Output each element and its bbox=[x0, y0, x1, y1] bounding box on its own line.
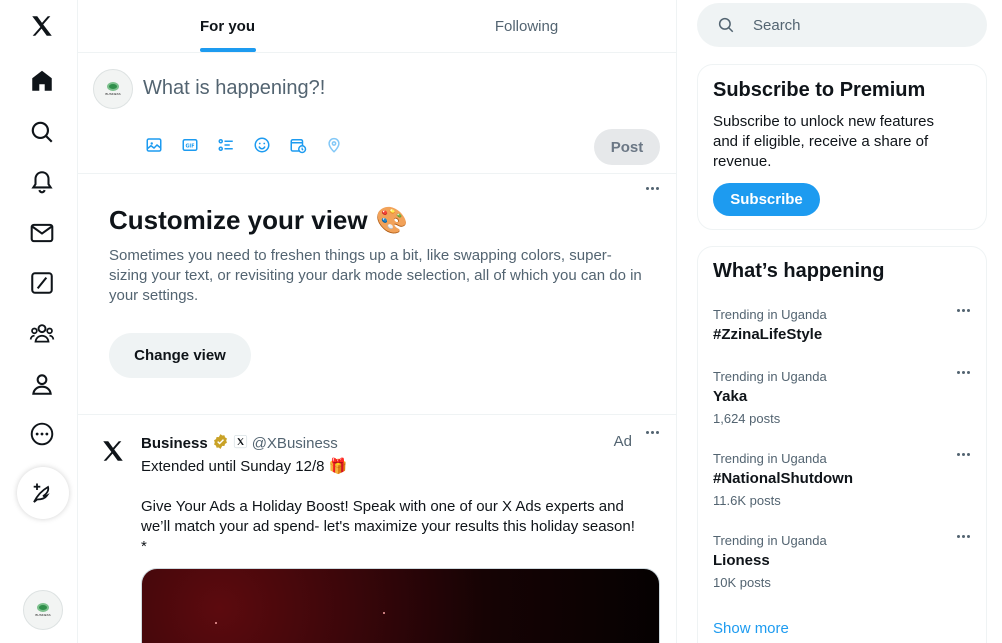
trend-context: Trending in Uganda bbox=[713, 369, 827, 384]
post-composer: BUSINESS What is happening?! GIF Post bbox=[78, 53, 676, 174]
trend-count: 1,624 posts bbox=[713, 411, 781, 426]
whats-happening-panel: What’s happening Trending in Uganda #Zzi… bbox=[697, 246, 987, 643]
author-name[interactable]: Business bbox=[141, 435, 208, 452]
communities-icon[interactable] bbox=[22, 313, 62, 353]
search-input[interactable]: Search bbox=[753, 17, 801, 34]
post-media-image[interactable] bbox=[141, 568, 660, 643]
profile-person-icon[interactable] bbox=[22, 364, 62, 404]
trend-topic: Lioness bbox=[713, 552, 770, 569]
more-options-icon[interactable] bbox=[957, 453, 970, 456]
trend-item[interactable]: Trending in Uganda Yaka 1,624 posts bbox=[713, 369, 973, 427]
location-pin-icon[interactable] bbox=[324, 135, 344, 155]
more-circle-icon[interactable] bbox=[22, 414, 62, 454]
more-options-icon[interactable] bbox=[957, 309, 970, 312]
trend-count: 10K posts bbox=[713, 575, 771, 590]
tab-following[interactable]: Following bbox=[377, 0, 676, 52]
notifications-bell-icon[interactable] bbox=[22, 162, 62, 202]
palette-emoji-icon: 🎨 bbox=[375, 205, 408, 235]
trend-context: Trending in Uganda bbox=[713, 307, 827, 322]
trend-item[interactable]: Trending in Uganda #NationalShutdown 11.… bbox=[713, 451, 973, 509]
explore-search-icon[interactable] bbox=[22, 112, 62, 152]
post-line: Extended until Sunday 12/8 🎁 bbox=[141, 458, 348, 475]
poll-list-icon[interactable] bbox=[216, 135, 236, 155]
author-handle[interactable]: @XBusiness bbox=[252, 435, 338, 452]
more-options-icon[interactable] bbox=[646, 431, 659, 434]
account-avatar[interactable]: BUSINESS bbox=[23, 590, 63, 630]
trend-item[interactable]: Trending in Uganda #ZzinaLifeStyle bbox=[713, 307, 973, 345]
trend-context: Trending in Uganda bbox=[713, 451, 827, 466]
schedule-calendar-icon[interactable] bbox=[288, 135, 308, 155]
more-options-icon[interactable] bbox=[646, 187, 659, 190]
composer-toolbar: GIF bbox=[144, 135, 344, 155]
trend-count: 11.6K posts bbox=[713, 493, 781, 508]
x-logo-icon[interactable] bbox=[22, 6, 62, 46]
trend-item[interactable]: Trending in Uganda Lioness 10K posts bbox=[713, 533, 973, 591]
post-line: * bbox=[141, 538, 147, 555]
composer-input[interactable]: What is happening?! bbox=[143, 77, 325, 100]
post-button[interactable]: Post bbox=[594, 129, 660, 165]
trend-context: Trending in Uganda bbox=[713, 533, 827, 548]
more-options-icon[interactable] bbox=[957, 371, 970, 374]
gif-icon[interactable]: GIF bbox=[180, 135, 200, 155]
main-timeline: For you Following BUSINESS What is happe… bbox=[78, 0, 677, 643]
x-affiliate-badge-icon bbox=[233, 434, 248, 453]
subscribe-button[interactable]: Subscribe bbox=[713, 183, 820, 216]
trend-topic: #NationalShutdown bbox=[713, 470, 853, 487]
premium-text: Subscribe to unlock new features and if … bbox=[713, 113, 934, 170]
compose-post-button[interactable] bbox=[17, 467, 69, 519]
tab-for-you[interactable]: For you bbox=[78, 0, 377, 52]
feather-plus-icon bbox=[33, 483, 50, 503]
customize-title: Customize your view 🎨 bbox=[109, 205, 408, 235]
messages-mail-icon[interactable] bbox=[22, 213, 62, 253]
home-icon[interactable] bbox=[22, 61, 62, 101]
customize-description: Sometimes you need to freshen things up … bbox=[109, 247, 642, 304]
customize-view-card: Customize your view 🎨 Sometimes you need … bbox=[78, 174, 676, 415]
more-options-icon[interactable] bbox=[957, 535, 970, 538]
composer-avatar[interactable]: BUSINESS bbox=[93, 69, 133, 109]
post-header: Business @XBusiness bbox=[141, 433, 338, 454]
media-image-icon[interactable] bbox=[144, 135, 164, 155]
timeline-tabs: For you Following bbox=[78, 0, 676, 53]
emoji-smile-icon[interactable] bbox=[252, 135, 272, 155]
x-business-avatar[interactable] bbox=[93, 431, 133, 471]
post-line: Give Your Ads a Holiday Boost! Speak wit… bbox=[141, 498, 635, 535]
premium-title: Subscribe to Premium bbox=[713, 79, 926, 101]
show-more-link[interactable]: Show more bbox=[713, 620, 789, 637]
trend-topic: #ZzinaLifeStyle bbox=[713, 326, 823, 343]
trend-topic: Yaka bbox=[713, 388, 748, 405]
svg-text:GIF: GIF bbox=[185, 143, 194, 149]
search-icon bbox=[718, 17, 734, 33]
grok-icon[interactable] bbox=[22, 263, 62, 303]
business-logo-icon: BUSINESS bbox=[35, 603, 51, 617]
ad-label: Ad bbox=[613, 433, 632, 450]
change-view-button[interactable]: Change view bbox=[109, 333, 251, 378]
left-nav: BUSINESS bbox=[0, 0, 78, 643]
business-logo-icon: BUSINESS bbox=[105, 82, 121, 96]
verified-gold-badge-icon bbox=[212, 433, 229, 454]
post-text: Extended until Sunday 12/8 🎁 Give Your A… bbox=[141, 457, 656, 557]
trends-title: What’s happening bbox=[713, 260, 885, 282]
premium-card: Subscribe to Premium Subscribe to unlock… bbox=[697, 64, 987, 230]
search-box[interactable]: Search bbox=[697, 3, 987, 47]
